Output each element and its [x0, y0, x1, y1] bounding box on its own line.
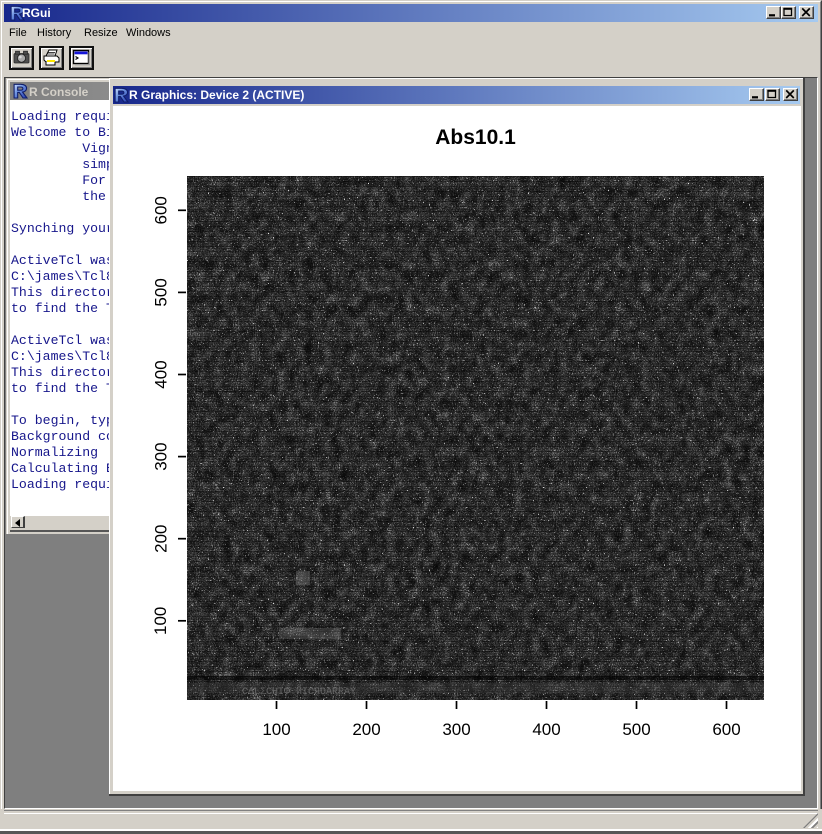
svg-text:200: 200	[352, 720, 380, 739]
svg-text:300: 300	[442, 720, 470, 739]
svg-text:400: 400	[152, 360, 171, 388]
svg-text:100: 100	[151, 607, 170, 635]
svg-text:500: 500	[622, 720, 650, 739]
svg-text:200: 200	[151, 525, 170, 553]
svg-text:100: 100	[262, 720, 290, 739]
svg-text:300: 300	[151, 442, 170, 470]
svg-text:400: 400	[532, 720, 560, 739]
svg-text:600: 600	[712, 720, 740, 739]
svg-text:600: 600	[152, 196, 171, 224]
svg-text:500: 500	[152, 278, 171, 306]
